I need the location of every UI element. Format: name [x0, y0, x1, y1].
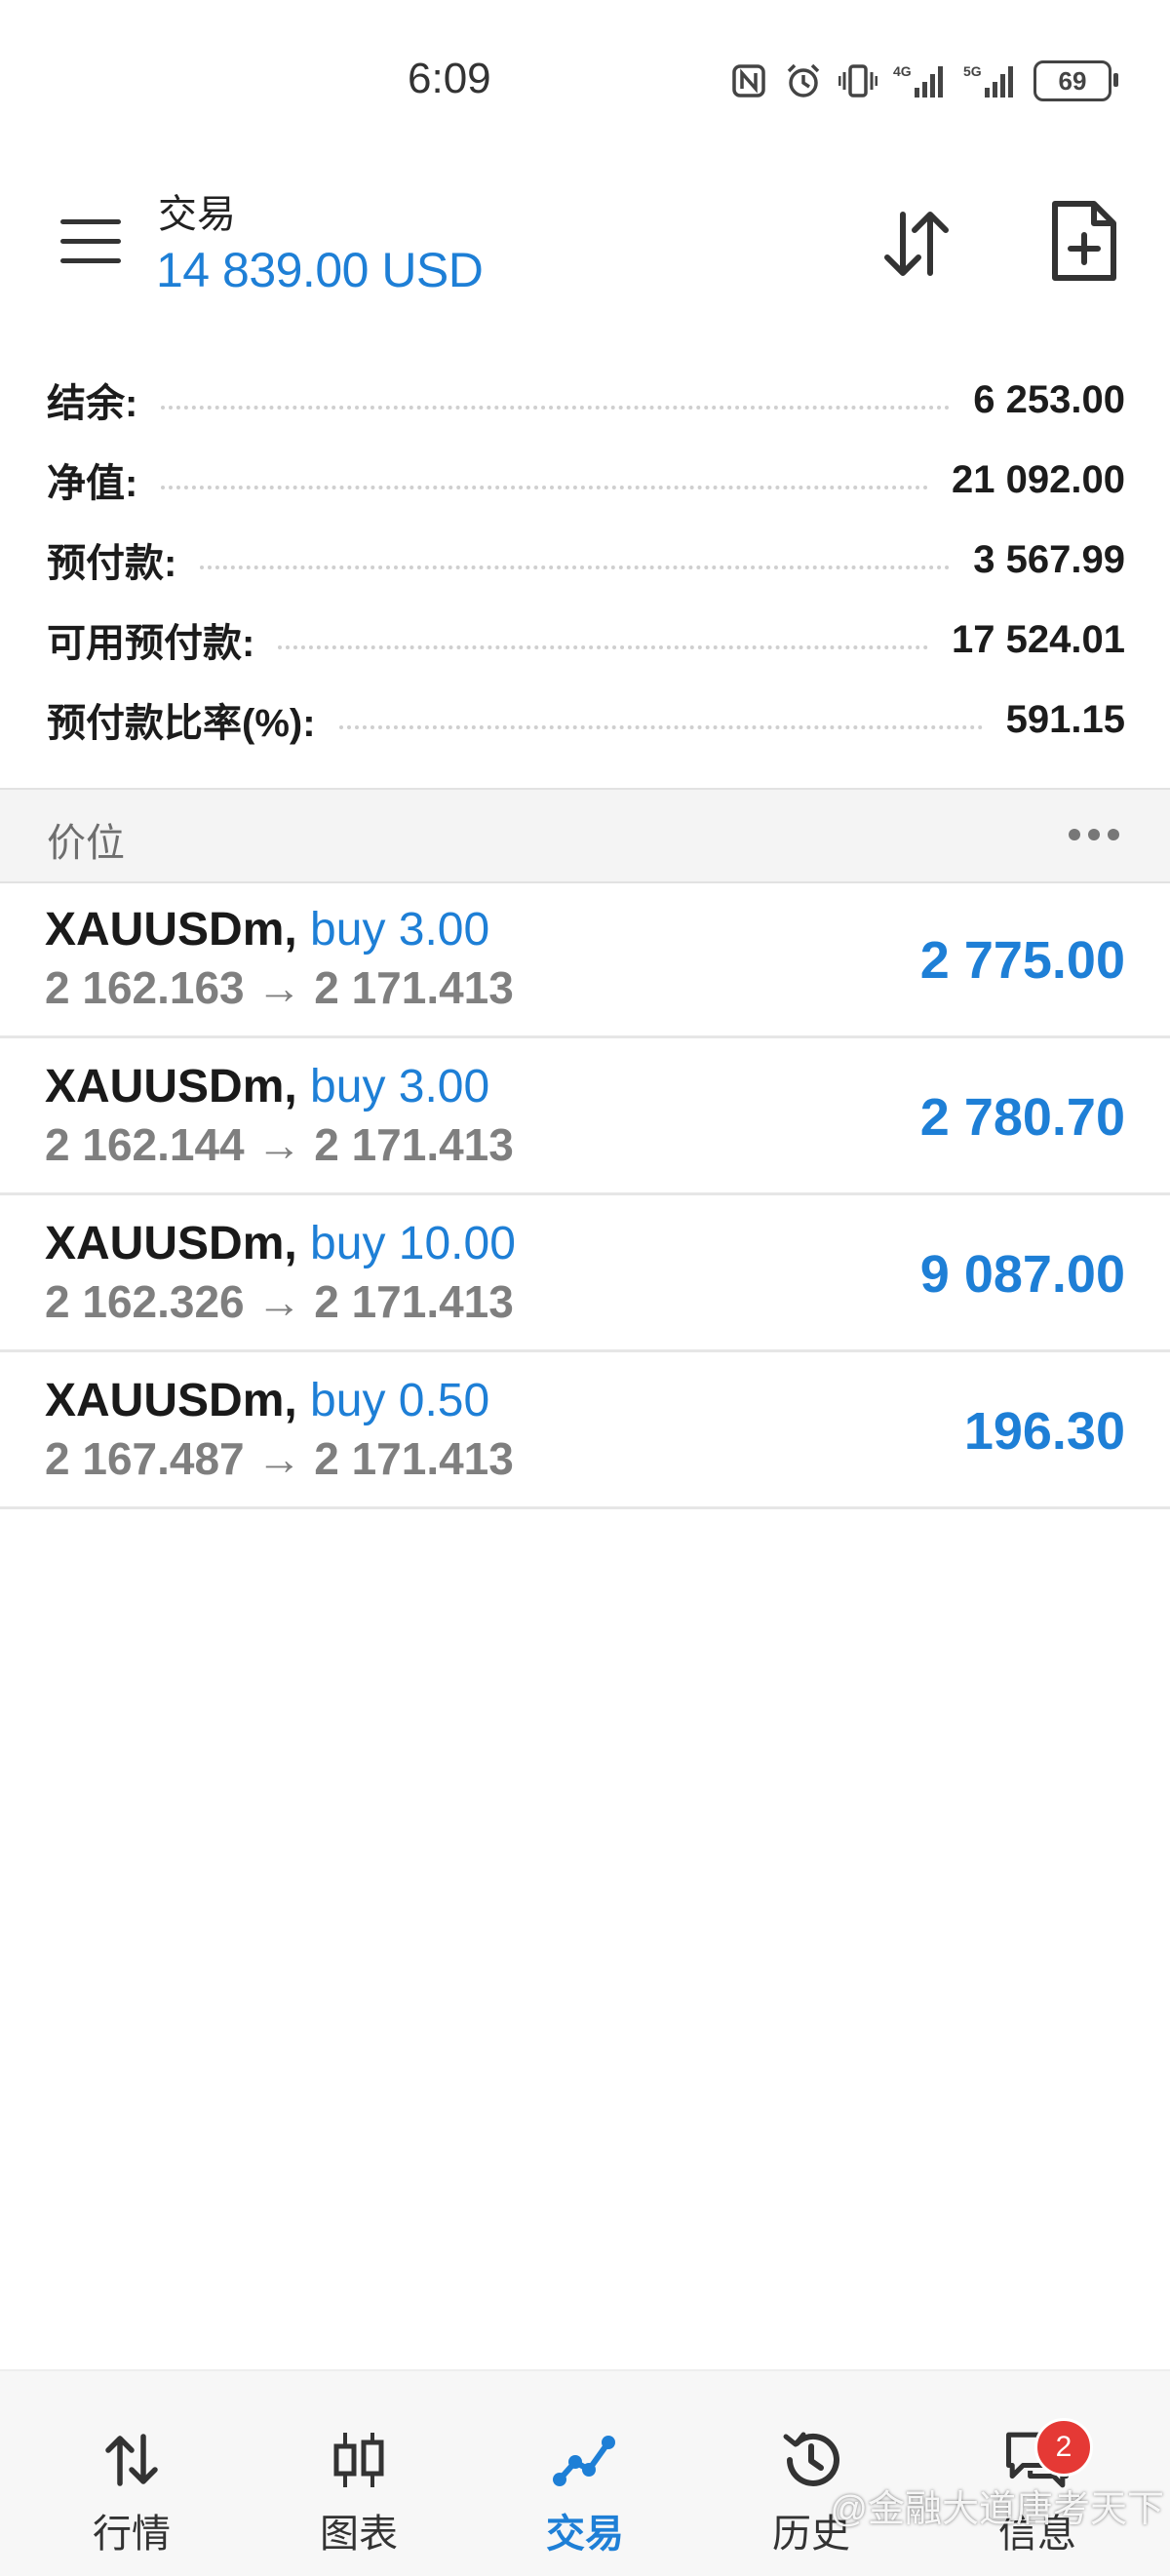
dotted-leader: [161, 486, 929, 489]
summary-label: 净值:: [47, 462, 138, 505]
nav-item-messages[interactable]: 2 信息: [940, 2371, 1135, 2576]
quotes-arrows-icon: [98, 2426, 166, 2494]
summary-row-margin: 预付款: 3 567.99: [47, 530, 1125, 589]
dotted-leader: [278, 645, 929, 649]
position-symbol: XAUUSDm,: [45, 904, 297, 956]
status-icons: 4G 5G 69: [729, 60, 1118, 101]
summary-value: 6 253.00: [973, 377, 1125, 421]
status-bar: 6:09 4G 5G 69: [0, 0, 1170, 166]
signal-4g-icon: 4G: [893, 61, 948, 100]
positions-section-header: 价位: [0, 788, 1170, 883]
summary-label: 可用预付款:: [47, 622, 255, 665]
trade-line-icon: [551, 2426, 619, 2494]
position-prices: 2 167.487 → 2 171.413: [45, 1433, 514, 1484]
position-side: buy 3.00: [310, 904, 490, 956]
summary-label: 预付款:: [47, 542, 177, 585]
alarm-icon: [784, 61, 823, 100]
bottom-navigation: 行情 图表 交易 历史 2 信息 @金融大道唐考天下: [0, 2369, 1170, 2576]
dotted-leader: [161, 406, 951, 410]
battery-level: 69: [1058, 65, 1087, 96]
summary-value: 3 567.99: [973, 537, 1125, 581]
nav-item-history[interactable]: 历史: [714, 2371, 909, 2576]
watermark: @金融大道唐考天下: [830, 2489, 1164, 2530]
summary-label: 结余:: [47, 382, 138, 425]
app-header: 交易 14 839.00 USD: [0, 166, 1170, 336]
summary-value: 591.15: [1005, 697, 1125, 741]
status-time: 6:09: [408, 55, 491, 102]
summary-row-margin-level: 预付款比率(%): 591.15: [47, 690, 1125, 749]
summary-value: 21 092.00: [952, 457, 1125, 501]
position-prices: 2 162.163 → 2 171.413: [45, 962, 514, 1013]
position-prices: 2 162.144 → 2 171.413: [45, 1119, 514, 1170]
section-title: 价位: [47, 822, 125, 865]
summary-row-balance: 结余: 6 253.00: [47, 371, 1125, 429]
new-order-icon[interactable]: [1049, 200, 1119, 284]
battery-icon: 69: [1034, 60, 1118, 101]
nav-label: 行情: [93, 2513, 171, 2556]
summary-row-equity: 净值: 21 092.00: [47, 450, 1125, 509]
position-symbol: XAUUSDm,: [45, 1061, 297, 1112]
position-profit: 2 780.70: [919, 1088, 1125, 1147]
position-row[interactable]: XAUUSDm, buy 10.00 2 162.326 → 2 171.413…: [0, 1195, 1170, 1352]
position-symbol: XAUUSDm,: [45, 1218, 297, 1269]
nav-label: 交易: [546, 2513, 624, 2556]
page-title: 交易: [158, 193, 236, 236]
notification-badge: 2: [1034, 2418, 1093, 2477]
nav-item-trade[interactable]: 交易: [488, 2371, 682, 2576]
position-profit: 196.30: [963, 1402, 1125, 1461]
position-row[interactable]: XAUUSDm, buy 3.00 2 162.163 → 2 171.413 …: [0, 881, 1170, 1038]
summary-value: 17 524.01: [952, 617, 1125, 661]
position-profit: 2 775.00: [919, 931, 1125, 990]
summary-label: 预付款比率(%):: [47, 702, 316, 745]
position-profit: 9 087.00: [919, 1245, 1125, 1304]
position-symbol: XAUUSDm,: [45, 1375, 297, 1426]
position-prices: 2 162.326 → 2 171.413: [45, 1276, 514, 1327]
position-side: buy 10.00: [310, 1218, 516, 1269]
sort-icon[interactable]: [878, 205, 956, 283]
position-side: buy 3.00: [310, 1061, 490, 1112]
position-row[interactable]: XAUUSDm, buy 3.00 2 162.144 → 2 171.413 …: [0, 1038, 1170, 1195]
nav-item-quotes[interactable]: 行情: [34, 2371, 229, 2576]
menu-icon[interactable]: [60, 219, 121, 266]
nav-label: 图表: [320, 2513, 398, 2556]
signal-5g-icon: 5G: [963, 61, 1018, 100]
dotted-leader: [200, 566, 951, 569]
position-side: buy 0.50: [310, 1375, 490, 1426]
nfc-icon: [729, 61, 768, 100]
summary-row-free-margin: 可用预付款: 17 524.01: [47, 610, 1125, 669]
candlestick-chart-icon: [325, 2426, 393, 2494]
more-options-icon[interactable]: [1069, 829, 1119, 840]
vibrate-icon: [838, 61, 878, 100]
svg-text:4G: 4G: [893, 63, 912, 79]
account-balance: 14 839.00 USD: [156, 243, 484, 297]
dotted-leader: [338, 725, 983, 729]
position-row[interactable]: XAUUSDm, buy 0.50 2 167.487 → 2 171.413 …: [0, 1352, 1170, 1509]
svg-text:5G: 5G: [963, 63, 982, 79]
positions-list: XAUUSDm, buy 3.00 2 162.163 → 2 171.413 …: [0, 881, 1170, 1509]
nav-item-charts[interactable]: 图表: [261, 2371, 456, 2576]
